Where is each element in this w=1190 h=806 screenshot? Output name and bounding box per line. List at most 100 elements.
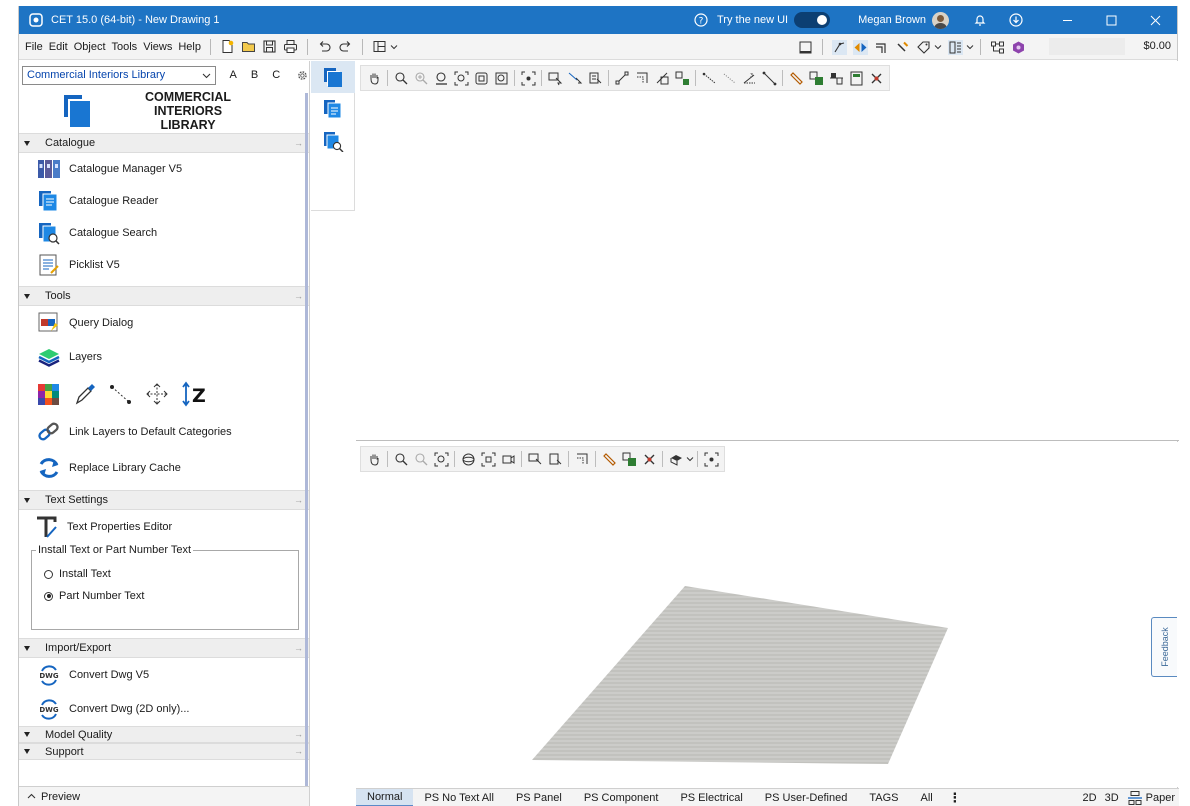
picklist-item[interactable]: Picklist V5 bbox=[19, 249, 309, 281]
panel-icon[interactable] bbox=[798, 40, 813, 55]
section-support[interactable]: Support → bbox=[19, 743, 309, 760]
maximize-button[interactable] bbox=[1089, 6, 1133, 34]
layer-color-palette-icon[interactable] bbox=[37, 382, 61, 406]
menu-help[interactable]: Help bbox=[175, 41, 204, 53]
open-folder-icon[interactable] bbox=[241, 39, 256, 54]
distance-tool[interactable] bbox=[759, 68, 779, 88]
zoom-tool[interactable] bbox=[391, 68, 411, 88]
user-name[interactable]: Megan Brown bbox=[858, 14, 926, 26]
menu-file[interactable]: File bbox=[22, 41, 46, 53]
move-axes-icon[interactable] bbox=[145, 382, 169, 406]
help-icon[interactable]: ? bbox=[694, 13, 708, 27]
angle-measure-tool[interactable]: 3 bbox=[739, 68, 759, 88]
feedback-button[interactable]: Feedback bbox=[1151, 617, 1177, 677]
focus-tool[interactable] bbox=[518, 68, 538, 88]
measure-area-tool[interactable] bbox=[652, 68, 672, 88]
paint-icon[interactable] bbox=[895, 40, 910, 55]
viewport-2d[interactable]: 3 bbox=[356, 61, 1179, 441]
menu-tools[interactable]: Tools bbox=[109, 41, 141, 53]
library-tab-a[interactable]: A bbox=[230, 69, 237, 81]
install-text-radio[interactable] bbox=[44, 569, 53, 579]
zoom-previous-tool[interactable] bbox=[491, 68, 511, 88]
tab-tags[interactable]: TAGS bbox=[858, 789, 909, 806]
view-3d-button[interactable]: 3D bbox=[1105, 792, 1119, 804]
new-ui-toggle[interactable] bbox=[794, 12, 831, 28]
replace-library-cache-item[interactable]: Replace Library Cache bbox=[19, 450, 309, 486]
chevron-down-icon[interactable] bbox=[934, 43, 942, 51]
tab-ps-panel[interactable]: PS Panel bbox=[505, 789, 573, 806]
pin-arrow-icon[interactable]: → bbox=[294, 138, 303, 148]
catalogue-manager-item[interactable]: Catalogue Manager V5 bbox=[19, 153, 309, 185]
section-import-export[interactable]: Import/Export → bbox=[19, 638, 309, 658]
save-icon[interactable] bbox=[262, 39, 277, 54]
undo-icon[interactable] bbox=[317, 39, 332, 54]
download-icon[interactable] bbox=[1009, 13, 1023, 27]
pipe-icon[interactable] bbox=[874, 40, 889, 55]
dimension-tool[interactable] bbox=[612, 68, 632, 88]
menu-edit[interactable]: Edit bbox=[46, 41, 71, 53]
calculator-tool[interactable] bbox=[846, 68, 866, 88]
tab-ps-no-text-all[interactable]: PS No Text All bbox=[413, 789, 505, 806]
paper-layout-icon[interactable] bbox=[1127, 790, 1143, 806]
catalogue-reader-item[interactable]: Catalogue Reader bbox=[19, 185, 309, 217]
pin-arrow-icon[interactable]: → bbox=[294, 495, 303, 505]
chevron-down-icon[interactable] bbox=[966, 43, 974, 51]
pin-arrow-icon[interactable]: → bbox=[294, 746, 303, 756]
copy-tool[interactable] bbox=[806, 68, 826, 88]
hierarchy-icon[interactable] bbox=[990, 40, 1005, 55]
section-catalogue[interactable]: Catalogue → bbox=[19, 133, 309, 153]
delete-tool[interactable] bbox=[866, 68, 886, 88]
mirror-icon[interactable] bbox=[853, 39, 868, 55]
library-tab-b[interactable]: B bbox=[251, 69, 258, 81]
z-elevation-icon[interactable]: Z bbox=[181, 381, 207, 407]
convert-dwg-item[interactable]: DWG Convert Dwg V5 bbox=[19, 658, 309, 692]
preview-toggle[interactable]: Preview bbox=[19, 786, 309, 806]
grid-toggle-icon[interactable] bbox=[948, 39, 963, 55]
query-dialog-item[interactable]: Query Dialog bbox=[19, 306, 309, 340]
section-tools[interactable]: Tools → bbox=[19, 286, 309, 306]
tab-all[interactable]: All bbox=[909, 789, 943, 806]
paper-button[interactable]: Paper bbox=[1146, 792, 1175, 804]
deselect-tool[interactable] bbox=[565, 68, 585, 88]
select-all-tool[interactable] bbox=[585, 68, 605, 88]
minimize-button[interactable] bbox=[1045, 6, 1089, 34]
panel-scrollbar[interactable] bbox=[305, 93, 308, 791]
tab-ps-component[interactable]: PS Component bbox=[573, 789, 670, 806]
zoom-selection-tool[interactable] bbox=[471, 68, 491, 88]
tab-ps-electrical[interactable]: PS Electrical bbox=[669, 789, 753, 806]
tab-normal[interactable]: Normal bbox=[356, 788, 414, 806]
bell-icon[interactable] bbox=[973, 13, 987, 27]
chevron-down-icon[interactable] bbox=[390, 43, 398, 51]
tab-catalogue-reader[interactable] bbox=[311, 93, 355, 125]
more-tabs-icon[interactable]: ⋮ bbox=[948, 790, 962, 806]
select-tool[interactable] bbox=[545, 68, 565, 88]
angle-dimension-tool[interactable] bbox=[632, 68, 652, 88]
layers-item[interactable]: Layers bbox=[19, 340, 309, 374]
extension-icon[interactable] bbox=[1011, 40, 1026, 55]
library-tab-c[interactable]: C bbox=[272, 69, 280, 81]
pin-arrow-icon[interactable]: → bbox=[294, 729, 303, 739]
eyedropper-icon[interactable] bbox=[73, 382, 97, 406]
ruler-tool[interactable] bbox=[786, 68, 806, 88]
section-model-quality[interactable]: Model Quality → bbox=[19, 726, 309, 743]
pin-arrow-icon[interactable]: → bbox=[294, 291, 303, 301]
pan-tool[interactable] bbox=[364, 68, 384, 88]
link-layers-item[interactable]: Link Layers to Default Categories bbox=[19, 414, 309, 450]
tab-catalogue-search[interactable] bbox=[311, 125, 355, 157]
redo-icon[interactable] bbox=[338, 39, 353, 54]
close-button[interactable] bbox=[1133, 6, 1177, 34]
install-text-radio-row[interactable]: Install Text bbox=[44, 563, 298, 585]
line-tool[interactable] bbox=[699, 68, 719, 88]
diagonal-line-icon[interactable] bbox=[109, 382, 133, 406]
library-dropdown[interactable]: Commercial Interiors Library bbox=[22, 65, 216, 85]
catalogue-search-item[interactable]: Catalogue Search bbox=[19, 217, 309, 249]
view-2d-button[interactable]: 2D bbox=[1083, 792, 1097, 804]
snap-icon[interactable] bbox=[832, 39, 847, 55]
viewport-3d[interactable] bbox=[356, 442, 1179, 787]
dotted-line-tool[interactable] bbox=[719, 68, 739, 88]
avatar[interactable] bbox=[932, 11, 949, 29]
tag-icon[interactable] bbox=[916, 40, 931, 55]
tab-ps-user-defined[interactable]: PS User-Defined bbox=[754, 789, 859, 806]
pin-arrow-icon[interactable]: → bbox=[294, 643, 303, 653]
zoom-window-tool[interactable] bbox=[431, 68, 451, 88]
